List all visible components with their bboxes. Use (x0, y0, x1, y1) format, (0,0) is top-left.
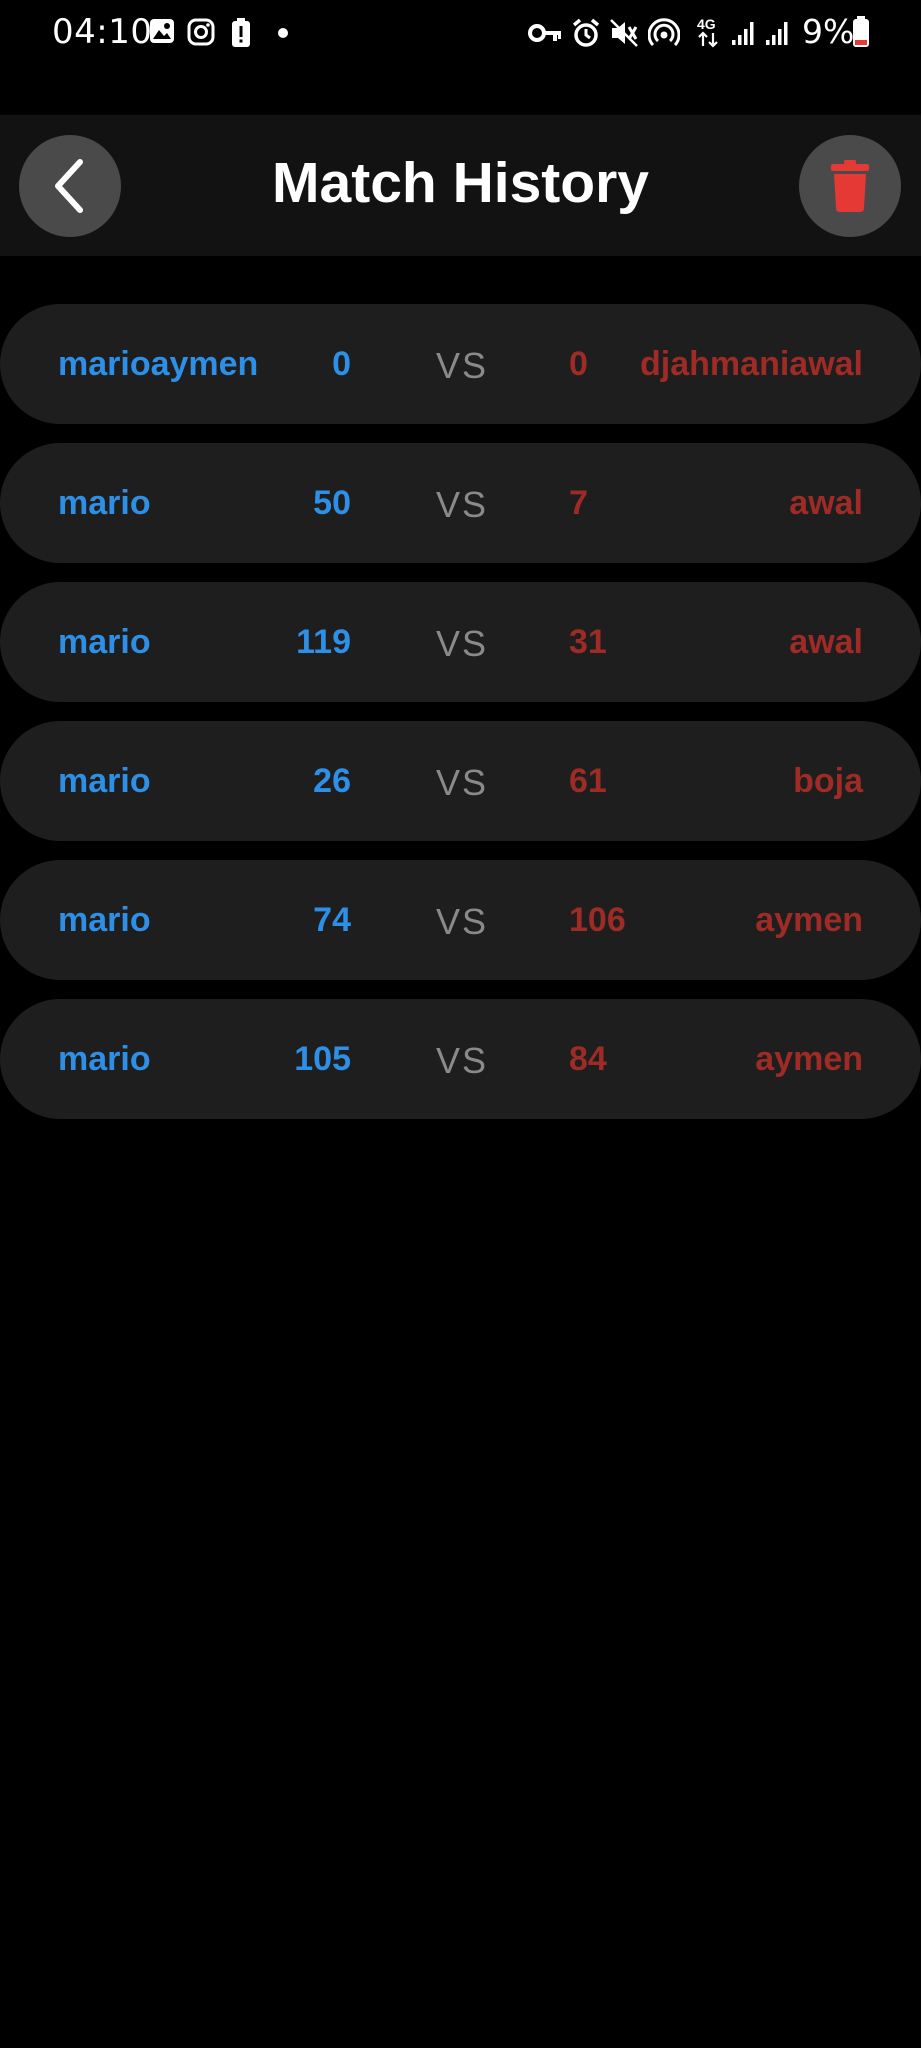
match-card[interactable]: mario 50 VS 7 awal (0, 443, 921, 563)
battery-alert-icon (232, 18, 250, 47)
battery-percent: 9% (802, 12, 855, 51)
mute-icon (610, 19, 638, 47)
vs-label: VS (436, 623, 489, 664)
match-card[interactable]: mario 26 VS 61 boja (0, 721, 921, 841)
player1-score: 74 (313, 901, 351, 939)
player1-name: mario (58, 1040, 151, 1078)
match-card[interactable]: mario 74 VS 106 aymen (0, 860, 921, 980)
page-title: Match History (272, 151, 649, 215)
vs-label: VS (436, 762, 489, 803)
player2-score: 61 (569, 762, 607, 800)
dot-icon (278, 28, 288, 38)
match-card[interactable]: mario 119 VS 31 awal (0, 582, 921, 702)
player1-name: mario (58, 623, 151, 661)
alarm-icon (572, 18, 600, 47)
4g-icon: 4G (697, 16, 718, 48)
player1-score: 105 (294, 1040, 351, 1078)
player2-name: aymen (755, 901, 863, 939)
vpn-key-icon (528, 24, 561, 42)
gallery-icon (150, 19, 174, 43)
status-time: 04:10 (52, 12, 153, 52)
player1-name: mario (58, 901, 151, 939)
player2-name: awal (789, 484, 863, 522)
player2-name: aymen (755, 1040, 863, 1078)
match-history-list: marioaymen 0 VS 0 djahmaniawal mario 50 … (0, 304, 921, 1138)
player1-name: marioaymen (58, 345, 259, 383)
trash-icon (831, 160, 869, 212)
player1-score: 26 (313, 762, 351, 800)
player1-name: mario (58, 484, 151, 522)
status-bar: 04:10 4G 9% (0, 0, 921, 66)
svg-text:4G: 4G (697, 16, 716, 32)
battery-icon (853, 16, 869, 47)
player2-score: 7 (569, 484, 588, 522)
player2-score: 84 (569, 1040, 607, 1078)
player2-name: awal (789, 623, 863, 661)
player1-score: 50 (313, 484, 351, 522)
player2-name: boja (793, 762, 863, 800)
player2-name: djahmaniawal (640, 345, 863, 383)
player2-score: 31 (569, 623, 607, 661)
player2-score: 0 (569, 345, 588, 383)
player1-score: 0 (332, 345, 351, 383)
player1-name: mario (58, 762, 151, 800)
vs-label: VS (436, 484, 489, 525)
screen: 04:10 4G 9% Match History marioaymen 0 V… (0, 0, 921, 2048)
instagram-icon (187, 18, 215, 46)
player2-score: 106 (569, 901, 626, 939)
match-card[interactable]: marioaymen 0 VS 0 djahmaniawal (0, 304, 921, 424)
vs-label: VS (436, 1040, 489, 1081)
vs-label: VS (436, 345, 489, 386)
player1-score: 119 (296, 623, 351, 661)
app-bar: Match History (0, 115, 921, 256)
match-card[interactable]: mario 105 VS 84 aymen (0, 999, 921, 1119)
signal-icon-2 (766, 22, 788, 45)
delete-history-button[interactable] (799, 135, 901, 237)
hotspot-icon (648, 18, 680, 47)
signal-icon (732, 22, 754, 45)
vs-label: VS (436, 901, 489, 942)
